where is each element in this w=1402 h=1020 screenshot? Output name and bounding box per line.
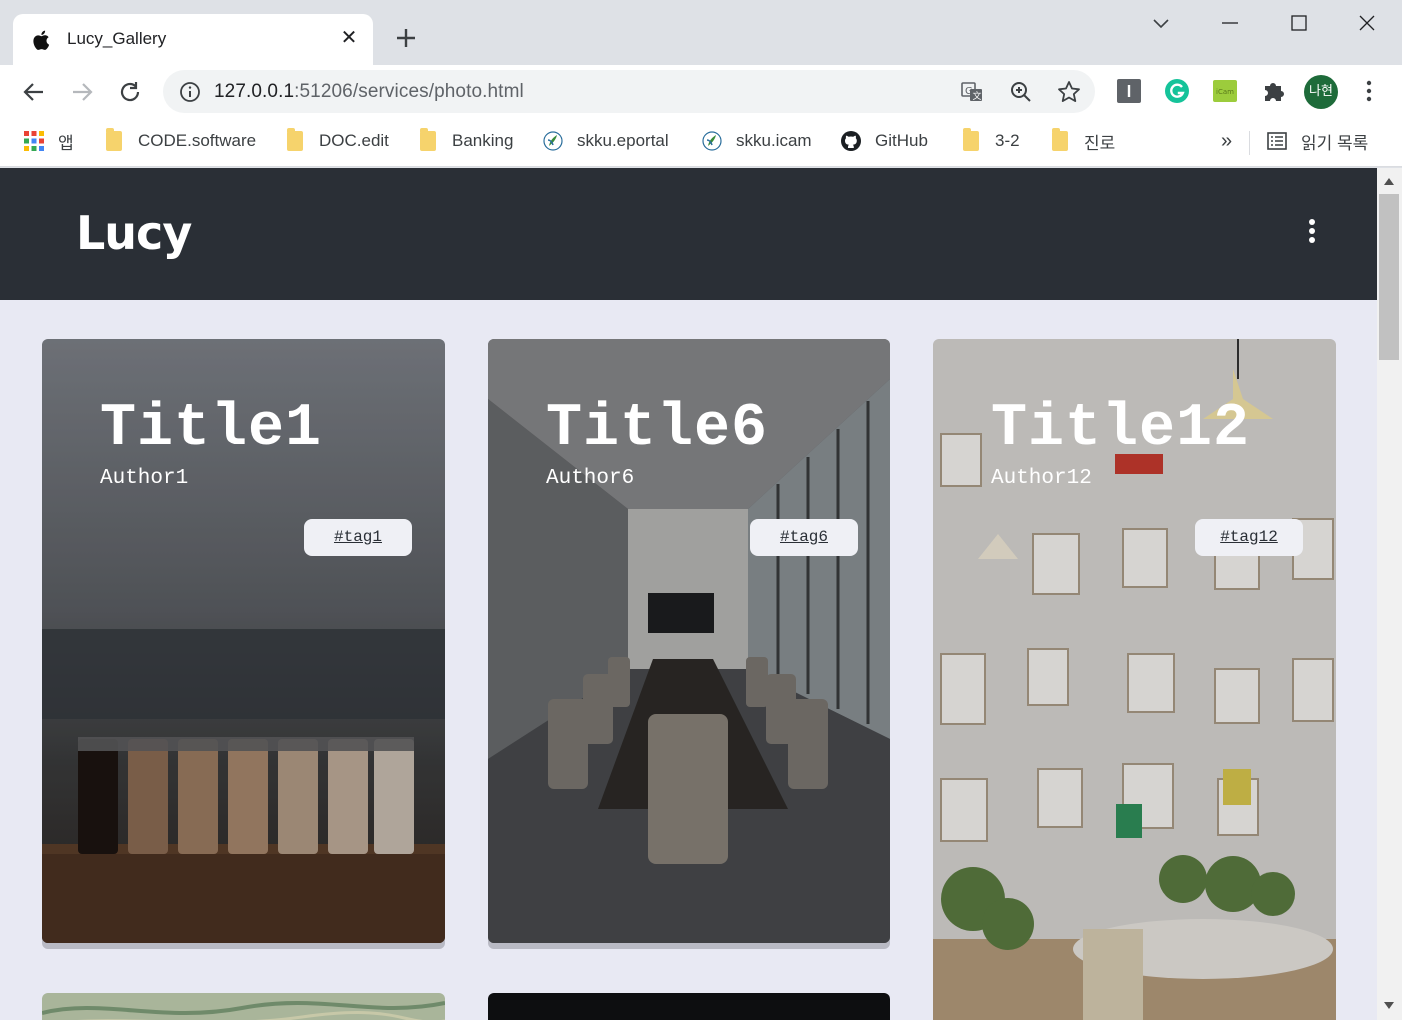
bookmarks-overflow-button[interactable]: » (1221, 128, 1232, 154)
forward-arrow-icon[interactable] (68, 78, 96, 106)
reading-list-icon (1267, 132, 1287, 150)
scroll-thumb[interactable] (1379, 194, 1399, 360)
card-author: Author12 (991, 467, 1092, 490)
gallery-card[interactable]: Title6 Author6 #tag6 (488, 339, 890, 943)
url-host: 127.0.0.1 (214, 81, 295, 102)
card-tag-button[interactable]: #tag1 (304, 519, 412, 556)
site-info-icon[interactable] (179, 81, 201, 103)
icam-extension-icon[interactable]: iCam (1212, 78, 1238, 104)
gallery-card[interactable] (42, 993, 445, 1020)
folder-icon (961, 128, 981, 151)
maximize-window-icon[interactable] (1279, 8, 1319, 40)
browser-toolbar: 127.0.0.1:51206/services/photo.html G 文 … (0, 65, 1402, 119)
bookmark-github[interactable]: GitHub (841, 128, 928, 154)
bookmark-label: CODE.software (138, 131, 257, 150)
bookmark-label: 3-2 (995, 131, 1020, 150)
bookmark-label: Banking (452, 131, 514, 150)
back-arrow-icon[interactable] (20, 78, 48, 106)
translate-icon[interactable]: G 文 (959, 79, 985, 105)
tab-strip: Lucy_Gallery ✕ (0, 0, 1402, 65)
scroll-up-arrow-icon[interactable] (1384, 178, 1394, 185)
reading-list-button[interactable]: 읽기 목록 (1267, 128, 1368, 154)
bookmark-career[interactable]: 진로 (1050, 128, 1115, 154)
page-scrollbar[interactable] (1377, 168, 1402, 1020)
svg-text:文: 文 (973, 90, 982, 102)
browser-menu-icon[interactable] (1356, 78, 1382, 104)
more-menu-icon[interactable] (1300, 216, 1324, 248)
bookmark-star-icon[interactable] (1056, 79, 1082, 105)
url-path: :51206/services/photo.html (294, 81, 524, 102)
reading-list-label: 읽기 목록 (1301, 133, 1369, 153)
skku-icon (702, 131, 722, 151)
gallery-card[interactable] (488, 993, 890, 1020)
site-header: Lucy (0, 168, 1377, 300)
card-author: Author6 (546, 467, 635, 490)
card-title: Title1 (100, 395, 323, 463)
minimize-window-icon[interactable] (1210, 8, 1250, 40)
tab-search-chevron-icon[interactable] (1141, 8, 1181, 40)
card-title: Title6 (546, 395, 769, 463)
bookmark-label: skku.eportal (577, 131, 669, 150)
bookmark-label: 앱 (58, 133, 74, 153)
skku-icon (543, 131, 563, 151)
page-viewport: Lucy Title1 Author1 #tag1 Title6 Author6… (0, 168, 1402, 1020)
profile-initials: 나현 (1309, 84, 1333, 99)
apps-grid-icon (24, 131, 44, 151)
site-logo[interactable]: Lucy (76, 206, 192, 260)
browser-tab[interactable]: Lucy_Gallery ✕ (13, 14, 373, 65)
card-author: Author1 (100, 467, 189, 490)
new-tab-plus-icon[interactable] (392, 24, 420, 52)
bookmarks-bar: 앱 CODE.software DOC.edit Banking skku.ep… (0, 119, 1402, 167)
folder-icon (1050, 128, 1070, 151)
card-title: Title12 (991, 395, 1251, 463)
profile-avatar[interactable]: 나현 (1304, 75, 1338, 109)
card-tag-button[interactable]: #tag12 (1195, 519, 1303, 556)
bookmark-apps[interactable]: 앱 (24, 128, 74, 154)
address-bar[interactable]: 127.0.0.1:51206/services/photo.html G 文 (163, 70, 1095, 113)
bookmark-doc-edit[interactable]: DOC.edit (285, 128, 389, 154)
bookmark-label: 진로 (1084, 133, 1116, 153)
folder-icon (418, 128, 438, 151)
bookmark-divider (1249, 131, 1250, 155)
apple-logo-icon (33, 30, 50, 50)
close-tab-icon[interactable]: ✕ (337, 26, 361, 50)
svg-text:iCam: iCam (1216, 88, 1234, 96)
map-texture-photo (42, 993, 445, 1020)
folder-icon (285, 128, 305, 151)
bookmark-label: skku.icam (736, 131, 812, 150)
url-text[interactable]: 127.0.0.1:51206/services/photo.html (214, 81, 524, 103)
bookmark-code-software[interactable]: CODE.software (104, 128, 256, 154)
bookmark-skku-icam[interactable]: skku.icam (702, 128, 812, 154)
tab-title: Lucy_Gallery (67, 29, 167, 48)
extension-i-icon[interactable] (1116, 78, 1142, 104)
card-tag-button[interactable]: #tag6 (750, 519, 858, 556)
reload-icon[interactable] (116, 78, 144, 106)
close-window-icon[interactable] (1347, 8, 1387, 40)
github-icon (841, 131, 861, 151)
gallery-card[interactable]: Title12 Author12 #tag12 (933, 339, 1336, 1020)
scroll-down-arrow-icon[interactable] (1384, 1002, 1394, 1009)
zoom-icon[interactable] (1008, 79, 1034, 105)
bookmark-3-2[interactable]: 3-2 (961, 128, 1020, 154)
overflow-chevron-icon: » (1221, 129, 1233, 152)
extensions-puzzle-icon[interactable] (1260, 78, 1286, 104)
bookmark-label: GitHub (875, 131, 928, 150)
grammarly-icon[interactable] (1164, 78, 1190, 104)
bookmark-label: DOC.edit (319, 131, 389, 150)
bookmark-skku-eportal[interactable]: skku.eportal (543, 128, 669, 154)
gallery-card[interactable]: Title1 Author1 #tag1 (42, 339, 445, 943)
folder-icon (104, 128, 124, 151)
bookmark-banking[interactable]: Banking (418, 128, 513, 154)
